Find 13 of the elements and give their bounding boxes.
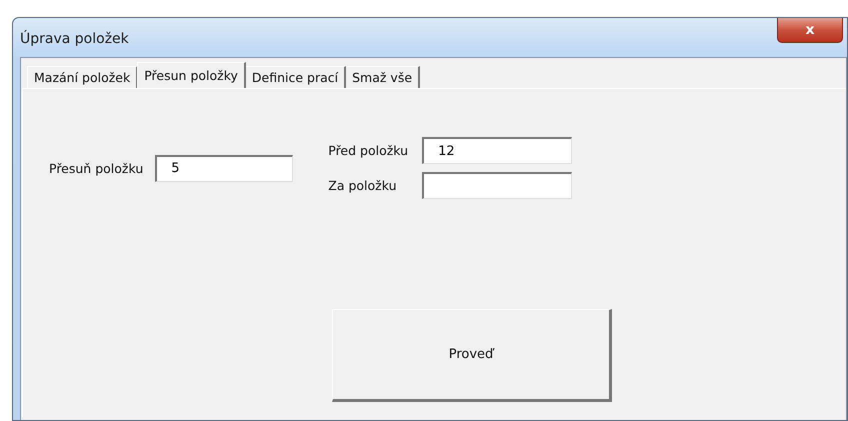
input-field[interactable]: 5 (155, 154, 294, 182)
field-label: Za položku (328, 178, 398, 193)
tab[interactable]: Přesun položky (137, 62, 246, 88)
field-label: Před položku (328, 143, 408, 158)
field-label: Přesuň položku (49, 160, 144, 176)
window-title: Úprava položek (20, 30, 129, 46)
tab[interactable]: Smaž vše (346, 66, 420, 88)
input-field[interactable]: 12 (422, 137, 572, 164)
close-button[interactable]: x (777, 18, 843, 43)
tab[interactable]: Definice prací (246, 66, 346, 88)
tab[interactable]: Mazání položek (27, 66, 138, 88)
input-field[interactable] (422, 172, 572, 199)
execute-button[interactable]: Proveď (332, 309, 612, 402)
